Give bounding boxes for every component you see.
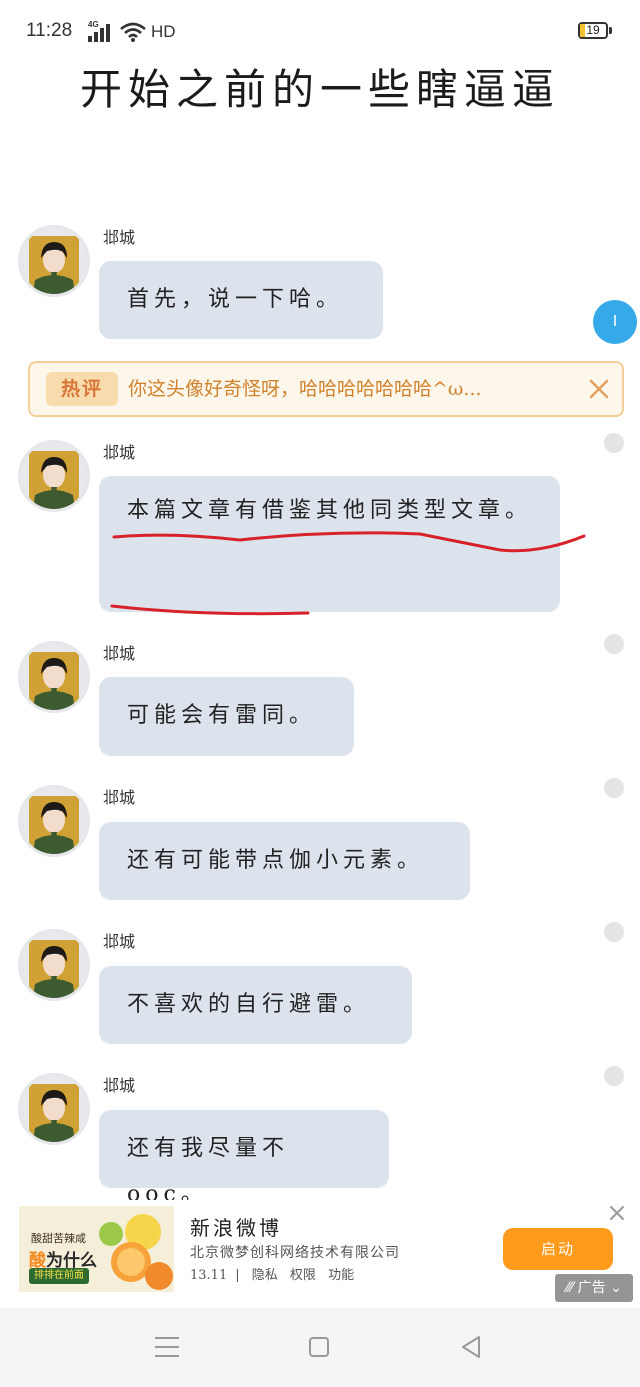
message-bubble[interactable]: 还有可能带点伽小元素。 xyxy=(99,822,470,900)
sender-name: 邶城 xyxy=(103,443,136,462)
battery-level: 19 xyxy=(586,23,600,37)
network-type-label: 4G xyxy=(88,20,99,29)
ad-company: 北京微梦创科网络技术有限公司 xyxy=(190,1245,400,1261)
avatar[interactable] xyxy=(18,1073,90,1145)
like-dot[interactable] xyxy=(604,433,624,453)
page-title: 开始之前的一些瞎逼逼 xyxy=(79,65,560,114)
ad-badge-label: 广告 xyxy=(577,1280,606,1296)
avatar-image xyxy=(29,236,79,294)
hot-comment-tag: 热评 xyxy=(46,372,118,406)
close-icon[interactable] xyxy=(585,375,613,403)
sender-name: 邶城 xyxy=(103,1076,136,1095)
home-icon[interactable] xyxy=(309,1337,329,1357)
battery-cap xyxy=(609,27,612,34)
floating-action-button[interactable]: I xyxy=(593,300,637,344)
ad-link-privacy[interactable]: 隐私 xyxy=(252,1268,278,1283)
like-dot[interactable] xyxy=(604,778,624,798)
avatar-image xyxy=(29,652,79,710)
wifi-icon xyxy=(120,22,146,42)
ad-banner[interactable]: 酸甜苦辣咸 酸为什么 排排在前面 新浪微博 北京微梦创科网络技术有限公司 13.… xyxy=(0,1200,640,1308)
annotation-underline xyxy=(110,531,586,616)
ad-badge-logo-icon: ⁄⁄⁄ xyxy=(566,1280,578,1296)
avatar-image xyxy=(29,796,79,854)
hd-label: HD xyxy=(151,22,176,41)
hot-comment-bar[interactable]: 热评 你这头像好奇怪呀，哈哈哈哈哈哈哈^ω... xyxy=(28,361,624,417)
avatar-image xyxy=(29,940,79,998)
sender-name: 邶城 xyxy=(103,932,136,951)
ad-version: 13.11 xyxy=(190,1268,228,1283)
ad-title[interactable]: 新浪微博 xyxy=(190,1212,282,1241)
avatar[interactable] xyxy=(18,785,90,857)
like-dot[interactable] xyxy=(604,1066,624,1086)
avatar[interactable] xyxy=(18,929,90,1001)
message-bubble[interactable]: 首先，说一下哈。 xyxy=(99,261,383,339)
system-nav-bar xyxy=(0,1308,640,1387)
menu-icon[interactable] xyxy=(155,1337,179,1364)
ad-badge[interactable]: ⁄⁄⁄ 广告 ⌄ xyxy=(555,1274,633,1302)
ad-meta: 13.11 | 隐私 权限 功能 xyxy=(190,1264,362,1283)
ad-link-features[interactable]: 功能 xyxy=(328,1268,354,1283)
back-icon[interactable] xyxy=(459,1335,483,1359)
sender-name: 邶城 xyxy=(103,644,136,663)
avatar[interactable] xyxy=(18,440,90,512)
ad-separator: | xyxy=(235,1268,240,1283)
message-bubble[interactable]: 可能会有雷同。 xyxy=(99,677,354,756)
message-bubble[interactable]: 还有我尽量不ooc。 xyxy=(99,1110,389,1207)
ad-image-title: 酸甜苦辣咸 xyxy=(31,1232,86,1245)
message-bubble[interactable]: 不喜欢的自行避雷。 xyxy=(99,966,412,1044)
avatar-image xyxy=(29,451,79,509)
sender-name: 邶城 xyxy=(103,228,136,247)
like-dot[interactable] xyxy=(604,634,624,654)
ad-image[interactable]: 酸甜苦辣咸 酸为什么 排排在前面 xyxy=(19,1206,174,1292)
avatar[interactable] xyxy=(18,225,90,297)
ad-image-subtitle: 排排在前面 xyxy=(29,1268,89,1284)
battery-icon: 19 xyxy=(578,22,608,39)
cellular-signal-icon: 4G xyxy=(88,20,114,42)
avatar-image xyxy=(29,1084,79,1142)
ad-launch-button[interactable]: 启动 xyxy=(503,1228,613,1270)
chevron-down-icon: ⌄ xyxy=(605,1280,622,1296)
avatar[interactable] xyxy=(18,641,90,713)
status-bar: 11:28 4G HD 19 xyxy=(0,0,640,64)
hot-comment-text: 你这头像好奇怪呀，哈哈哈哈哈哈哈^ω... xyxy=(128,378,482,400)
ad-link-permissions[interactable]: 权限 xyxy=(290,1268,316,1283)
like-dot[interactable] xyxy=(604,922,624,942)
ad-close-icon[interactable] xyxy=(607,1203,627,1223)
status-time: 11:28 xyxy=(26,20,73,41)
sender-name: 邶城 xyxy=(103,788,136,807)
